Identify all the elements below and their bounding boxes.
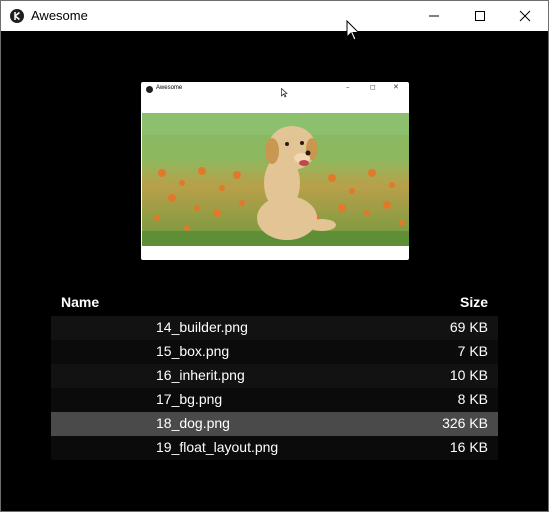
close-icon xyxy=(519,10,531,22)
close-button[interactable] xyxy=(502,1,548,31)
maximize-button[interactable] xyxy=(457,1,503,31)
file-list: 14_builder.png 69 KB 15_box.png 7 KB 16_… xyxy=(51,316,498,460)
minimize-icon xyxy=(429,15,439,17)
file-name: 16_inherit.png xyxy=(156,367,245,383)
column-header-size[interactable]: Size xyxy=(460,294,488,310)
mouse-cursor-icon xyxy=(346,20,360,41)
file-list-header: Name Size xyxy=(51,293,498,313)
list-item[interactable]: 17_bg.png 8 KB xyxy=(51,388,498,412)
maximize-icon xyxy=(475,11,485,21)
file-size: 8 KB xyxy=(457,391,488,407)
list-item[interactable]: 14_builder.png 69 KB xyxy=(51,316,498,340)
preview-minimize-icon: – xyxy=(346,83,350,91)
preview-app-icon xyxy=(146,86,153,93)
title-bar[interactable]: Awesome xyxy=(1,1,548,31)
main-content: Awesome – ◻ ✕ Name Size 14_builder.png 6… xyxy=(1,31,548,511)
preview-cursor-icon xyxy=(281,88,288,98)
dog-photo xyxy=(142,113,409,246)
app-logo-icon xyxy=(10,9,24,23)
window-title: Awesome xyxy=(31,8,88,23)
preview-title-bar: Awesome – ◻ ✕ xyxy=(141,82,409,112)
column-header-name[interactable]: Name xyxy=(61,294,99,310)
preview-window-title: Awesome xyxy=(156,85,183,91)
list-item[interactable]: 16_inherit.png 10 KB xyxy=(51,364,498,388)
file-name: 15_box.png xyxy=(156,343,230,359)
file-size: 10 KB xyxy=(449,367,488,383)
image-preview[interactable]: Awesome – ◻ ✕ xyxy=(141,82,409,260)
list-item[interactable]: 15_box.png 7 KB xyxy=(51,340,498,364)
preview-close-icon: ✕ xyxy=(393,83,399,91)
file-name: 18_dog.png xyxy=(156,415,230,431)
file-size: 7 KB xyxy=(457,343,488,359)
file-name: 17_bg.png xyxy=(156,391,223,407)
file-size: 326 KB xyxy=(442,415,488,431)
list-item[interactable]: 19_float_layout.png 16 KB xyxy=(51,436,498,460)
file-size: 16 KB xyxy=(449,439,488,455)
app-window: Awesome Awesome – ◻ ✕ Name Size 14_build… xyxy=(0,0,549,512)
preview-maximize-icon: ◻ xyxy=(370,83,376,91)
file-name: 14_builder.png xyxy=(156,319,248,335)
list-item-selected[interactable]: 18_dog.png 326 KB xyxy=(51,412,498,436)
file-size: 69 KB xyxy=(449,319,488,335)
file-name: 19_float_layout.png xyxy=(156,439,279,455)
minimize-button[interactable] xyxy=(411,1,457,31)
